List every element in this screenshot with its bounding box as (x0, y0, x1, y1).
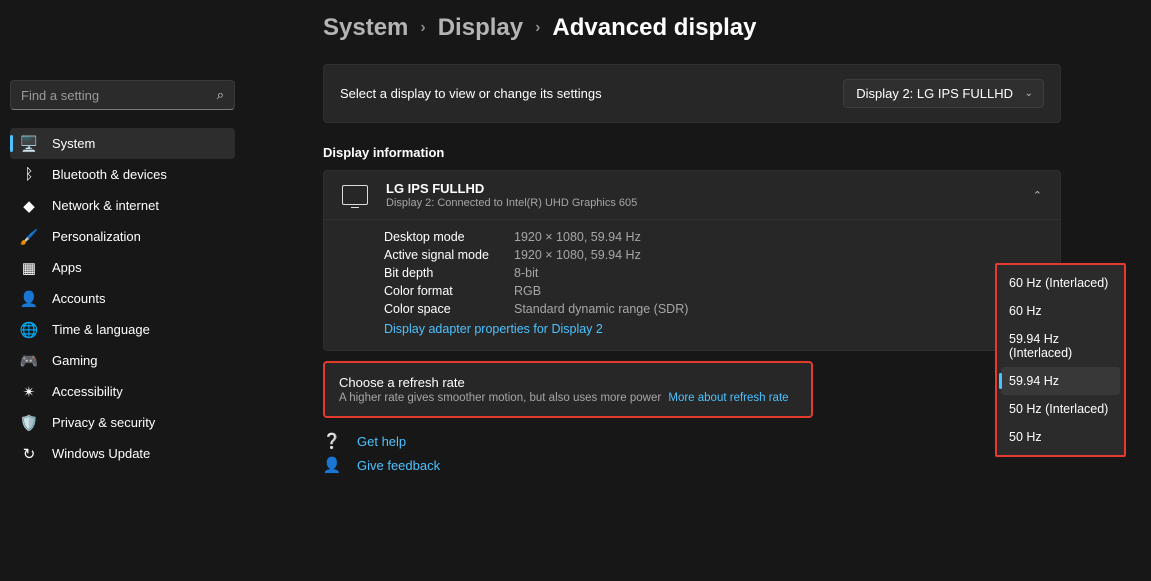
sidebar-item-label: Accessibility (52, 384, 123, 399)
sidebar-item-windows-update[interactable]: ↻ Windows Update (10, 438, 235, 469)
sidebar-item-label: Bluetooth & devices (52, 167, 167, 182)
display-information-heading: Display information (323, 145, 1061, 160)
give-feedback-link[interactable]: Give feedback (357, 458, 440, 473)
sidebar-item-accessibility[interactable]: ✴ Accessibility (10, 376, 235, 407)
sidebar-item-accounts[interactable]: 👤 Accounts (10, 283, 235, 314)
display-info-value: 8-bit (514, 266, 538, 280)
sidebar-item-personalization[interactable]: 🖌️ Personalization (10, 221, 235, 252)
sidebar-item-label: Accounts (52, 291, 105, 306)
accessibility-icon: ✴ (20, 383, 38, 401)
search-input-wrapper[interactable]: ⌕ (10, 80, 235, 110)
sidebar-item-privacy-security[interactable]: 🛡️ Privacy & security (10, 407, 235, 438)
sidebar-item-system[interactable]: 🖥️ System (10, 128, 235, 159)
search-input[interactable] (21, 88, 217, 103)
display-info-body: Desktop mode1920 × 1080, 59.94 HzActive … (324, 220, 1060, 350)
monitor-icon (342, 185, 368, 205)
sidebar-item-apps[interactable]: ▦ Apps (10, 252, 235, 283)
refresh-rate-description: A higher rate gives smoother motion, but… (339, 392, 797, 404)
apps-icon: ▦ (20, 259, 38, 277)
refresh-rate-option[interactable]: 59.94 Hz (Interlaced) (1001, 325, 1120, 367)
sidebar-item-label: Gaming (52, 353, 98, 368)
sidebar-item-label: Time & language (52, 322, 150, 337)
display-info-key: Bit depth (384, 266, 514, 280)
network-internet-icon: ◆ (20, 197, 38, 215)
nav-list: 🖥️ System ᛒ Bluetooth & devices ◆ Network & i… (10, 128, 235, 469)
sidebar-item-bluetooth-devices[interactable]: ᛒ Bluetooth & devices (10, 159, 235, 190)
display-select-value: Display 2: LG IPS FULLHD (856, 86, 1013, 101)
display-info-card: LG IPS FULLHD Display 2: Connected to In… (323, 170, 1061, 351)
sidebar-item-label: Personalization (52, 229, 141, 244)
search-icon: ⌕ (217, 87, 224, 103)
display-select-dropdown[interactable]: Display 2: LG IPS FULLHD ⌄ (843, 79, 1044, 108)
refresh-rate-option[interactable]: 50 Hz (1001, 423, 1120, 451)
get-help-link[interactable]: Get help (357, 434, 406, 449)
sidebar-item-label: Apps (52, 260, 82, 275)
refresh-rate-option[interactable]: 60 Hz (1001, 297, 1120, 325)
breadcrumb-display[interactable]: Display (438, 14, 523, 42)
bluetooth-devices-icon: ᛒ (20, 166, 38, 184)
give-feedback-row: 👤 Give feedback (323, 456, 1061, 474)
display-subtitle: Display 2: Connected to Intel(R) UHD Gra… (386, 197, 637, 209)
display-info-value: 1920 × 1080, 59.94 Hz (514, 248, 641, 262)
windows-update-icon: ↻ (20, 445, 38, 463)
system-icon: 🖥️ (20, 135, 38, 153)
display-info-row: Active signal mode1920 × 1080, 59.94 Hz (384, 248, 1042, 262)
settings-sidebar: ⌕ 🖥️ System ᛒ Bluetooth & devices ◆ Network &… (0, 0, 245, 581)
display-name: LG IPS FULLHD (386, 181, 637, 196)
display-info-key: Active signal mode (384, 248, 514, 262)
refresh-rate-menu[interactable]: 60 Hz (Interlaced)60 Hz59.94 Hz (Interla… (995, 263, 1126, 457)
display-info-key: Color space (384, 302, 514, 316)
select-display-panel: Select a display to view or change its s… (323, 64, 1061, 123)
sidebar-item-label: Network & internet (52, 198, 159, 213)
display-info-value: Standard dynamic range (SDR) (514, 302, 688, 316)
breadcrumb: System › Display › Advanced display (323, 14, 1061, 42)
display-info-value: 1920 × 1080, 59.94 Hz (514, 230, 641, 244)
chevron-down-icon: ⌄ (1025, 88, 1033, 99)
feedback-icon: 👤 (323, 456, 341, 474)
privacy-security-icon: 🛡️ (20, 414, 38, 432)
time-language-icon: 🌐 (20, 321, 38, 339)
more-about-refresh-rate-link[interactable]: More about refresh rate (668, 392, 788, 404)
sidebar-item-label: System (52, 136, 95, 151)
refresh-rate-option[interactable]: 50 Hz (Interlaced) (1001, 395, 1120, 423)
chevron-up-icon[interactable]: ⌃ (1033, 189, 1042, 202)
sidebar-item-label: Windows Update (52, 446, 150, 461)
display-adapter-properties-link[interactable]: Display adapter properties for Display 2 (384, 322, 1042, 336)
accounts-icon: 👤 (20, 290, 38, 308)
display-info-header[interactable]: LG IPS FULLHD Display 2: Connected to In… (324, 171, 1060, 220)
help-icon: ❔ (323, 432, 341, 450)
refresh-rate-title: Choose a refresh rate (339, 375, 797, 390)
display-info-value: RGB (514, 284, 541, 298)
chevron-right-icon: › (420, 19, 425, 37)
breadcrumb-system[interactable]: System (323, 14, 408, 42)
refresh-rate-option[interactable]: 60 Hz (Interlaced) (1001, 269, 1120, 297)
sidebar-item-label: Privacy & security (52, 415, 155, 430)
display-info-row: Color spaceStandard dynamic range (SDR) (384, 302, 1042, 316)
chevron-right-icon: › (535, 19, 540, 37)
select-display-label: Select a display to view or change its s… (340, 86, 602, 101)
refresh-rate-card[interactable]: Choose a refresh rate A higher rate give… (323, 361, 813, 418)
display-info-row: Bit depth8-bit (384, 266, 1042, 280)
display-info-row: Desktop mode1920 × 1080, 59.94 Hz (384, 230, 1042, 244)
display-info-key: Color format (384, 284, 514, 298)
display-info-key: Desktop mode (384, 230, 514, 244)
gaming-icon: 🎮 (20, 352, 38, 370)
sidebar-item-time-language[interactable]: 🌐 Time & language (10, 314, 235, 345)
display-info-row: Color formatRGB (384, 284, 1042, 298)
sidebar-item-gaming[interactable]: 🎮 Gaming (10, 345, 235, 376)
breadcrumb-advanced-display: Advanced display (552, 14, 756, 42)
personalization-icon: 🖌️ (20, 228, 38, 246)
refresh-rate-option[interactable]: 59.94 Hz (1001, 367, 1120, 395)
get-help-row: ❔ Get help (323, 432, 1061, 450)
sidebar-item-network-internet[interactable]: ◆ Network & internet (10, 190, 235, 221)
